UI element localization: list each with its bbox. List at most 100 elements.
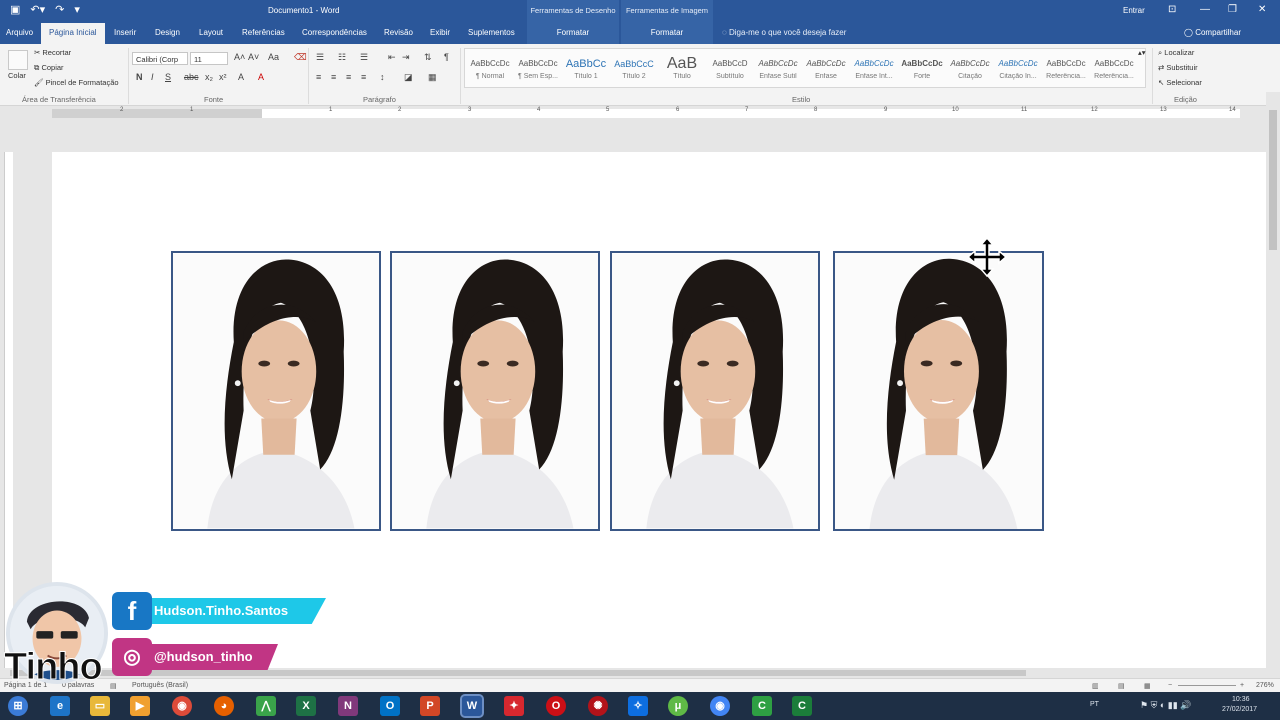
font-color-icon[interactable]: A <box>258 72 264 82</box>
align-left-icon[interactable]: ≡ <box>316 72 321 82</box>
tray-icons[interactable]: ⚑ ⛨ ◐ ▮▮ 🔊 <box>1140 700 1191 711</box>
tab-referencias[interactable]: Referências <box>242 28 285 37</box>
word-taskbar-icon[interactable]: W <box>460 694 484 718</box>
font-size-select[interactable]: 11 <box>190 52 228 65</box>
windows-start-icon[interactable]: ⊞ <box>8 696 28 716</box>
numbering-icon[interactable]: ☷ <box>338 52 346 63</box>
sort-icon[interactable]: ⇅ <box>424 52 432 63</box>
style-titulo1[interactable]: AaBbCc Título 1 <box>563 55 609 89</box>
tab-suplementos[interactable]: Suplementos <box>468 28 515 37</box>
read-mode-icon[interactable]: ▥ <box>1092 682 1099 690</box>
photo-4[interactable] <box>833 251 1044 531</box>
paste-icon[interactable] <box>8 50 28 70</box>
scroll-thumb[interactable] <box>1269 110 1277 250</box>
utorrent-icon[interactable]: μ <box>668 696 688 716</box>
web-layout-icon[interactable]: ▦ <box>1144 682 1151 690</box>
red-app-icon[interactable]: ✺ <box>588 696 608 716</box>
justify-icon[interactable]: ≡ <box>361 72 366 82</box>
pdf-icon[interactable]: ✦ <box>504 696 524 716</box>
pilcrow-icon[interactable]: ¶ <box>444 52 449 62</box>
tab-design[interactable]: Design <box>155 28 180 37</box>
camtasia-icon[interactable]: C <box>752 696 772 716</box>
align-right-icon[interactable]: ≡ <box>346 72 351 82</box>
proofing-icon[interactable]: ▤ <box>110 682 117 690</box>
customize-qat-icon[interactable]: ▾ <box>74 4 80 17</box>
select-button[interactable]: ↖ Selecionar <box>1158 78 1202 87</box>
tab-inserir[interactable]: Inserir <box>114 28 136 37</box>
style-referencia-sutil[interactable]: AaBbCcDc Referência... <box>1043 55 1089 89</box>
zoom-level[interactable]: 276% <box>1256 682 1274 689</box>
cut-button[interactable]: ✂ Recortar <box>34 48 71 57</box>
subscript-icon[interactable]: x₂ <box>205 72 213 82</box>
photo-1[interactable] <box>171 251 381 531</box>
style-referencia-intensa[interactable]: AaBbCcDc Referência... <box>1091 55 1137 89</box>
clock-time[interactable]: 10:36 <box>1232 696 1250 703</box>
tab-formatar-imagem[interactable]: Formatar <box>621 22 713 44</box>
redo-icon[interactable]: ↷ <box>55 4 64 17</box>
onenote-icon[interactable]: N <box>338 696 358 716</box>
zoom-slider[interactable] <box>1178 685 1236 686</box>
style-enfase-sutil[interactable]: AaBbCcDc Ênfase Sutil <box>755 55 801 89</box>
zoom-out-icon[interactable]: − <box>1168 682 1172 689</box>
bold-icon[interactable]: N <box>136 72 143 82</box>
dropbox-icon[interactable]: ✧ <box>628 696 648 716</box>
format-painter-button[interactable]: 🖌 Pincel de Formatação <box>34 78 119 87</box>
line-spacing-icon[interactable]: ↕ <box>380 72 385 82</box>
italic-icon[interactable]: I <box>151 72 154 82</box>
tab-correspondencias[interactable]: Correspondências <box>302 28 367 37</box>
underline-icon[interactable]: S <box>165 72 171 82</box>
style-citacao[interactable]: AaBbCcDc Citação <box>947 55 993 89</box>
style-enfase[interactable]: AaBbCcDc Ênfase <box>803 55 849 89</box>
clear-format-icon[interactable]: ⌫ <box>294 52 307 63</box>
language-tray[interactable]: PT <box>1090 701 1099 708</box>
close-icon[interactable]: ✕ <box>1258 4 1266 15</box>
zoom-in-icon[interactable]: + <box>1240 682 1244 689</box>
style-forte[interactable]: AaBbCcDc Forte <box>899 55 945 89</box>
paste-label[interactable]: Colar <box>8 71 26 80</box>
tell-me-search[interactable]: ◌ Diga-me o que você deseja fazer <box>722 28 846 37</box>
replace-button[interactable]: ⇄ Substituir <box>1158 63 1198 72</box>
change-case-icon[interactable]: Aa <box>268 52 279 62</box>
clock-date[interactable]: 27/02/2017 <box>1222 706 1257 713</box>
file-explorer-icon[interactable]: ▭ <box>90 696 110 716</box>
share-button[interactable]: ◯ Compartilhar <box>1184 28 1241 37</box>
tab-formatar-desenho[interactable]: Formatar <box>527 22 619 44</box>
increase-indent-icon[interactable]: ⇥ <box>402 52 410 63</box>
outlook-icon[interactable]: O <box>380 696 400 716</box>
ie-icon[interactable]: e <box>50 696 70 716</box>
photo-2[interactable] <box>390 251 600 531</box>
vertical-scrollbar[interactable] <box>1266 92 1280 670</box>
horizontal-ruler[interactable]: 2 1 1 2 3 4 5 6 7 8 9 10 11 12 13 14 <box>0 106 1280 120</box>
print-layout-icon[interactable]: ▤ <box>1118 682 1125 690</box>
multilevel-icon[interactable]: ☰ <box>360 52 368 63</box>
copy-button[interactable]: ⧉ Copiar <box>34 63 64 73</box>
tab-pagina-inicial[interactable]: Página Inicial <box>41 23 105 44</box>
shading-icon[interactable]: ◪ <box>404 72 413 83</box>
chrome-icon-2[interactable]: ◉ <box>710 696 730 716</box>
find-button[interactable]: ⌕ Localizar <box>1158 48 1194 58</box>
borders-icon[interactable]: ▦ <box>428 72 437 83</box>
language-indicator[interactable]: Português (Brasil) <box>132 682 188 689</box>
style-citacao-intensa[interactable]: AaBbCcDc Citação In... <box>995 55 1041 89</box>
strike-icon[interactable]: abc <box>184 72 199 82</box>
minimize-icon[interactable]: — <box>1200 4 1210 15</box>
text-effects-icon[interactable]: A <box>238 72 244 82</box>
style-normal[interactable]: AaBbCcDc ¶ Normal <box>467 55 513 89</box>
excel-icon[interactable]: X <box>296 696 316 716</box>
styles-scroll-icon[interactable]: ▴▾ <box>1138 48 1146 57</box>
tab-layout[interactable]: Layout <box>199 28 223 37</box>
tab-revisao[interactable]: Revisão <box>384 28 413 37</box>
decrease-indent-icon[interactable]: ⇤ <box>388 52 396 63</box>
ribbon-display-icon[interactable]: ⊡ <box>1168 4 1176 15</box>
restore-icon[interactable]: ❐ <box>1228 4 1237 15</box>
photo-3[interactable] <box>610 251 820 531</box>
firefox-icon[interactable]: ◕ <box>214 696 234 716</box>
undo-icon[interactable]: ↶▾ <box>30 4 45 17</box>
bullets-icon[interactable]: ☰ <box>316 52 324 63</box>
style-enfase-intensa[interactable]: AaBbCcDc Ênfase Int... <box>851 55 897 89</box>
font-family-select[interactable]: Calibri (Corp <box>132 52 188 65</box>
grow-font-icon[interactable]: A˄ <box>234 52 245 62</box>
style-titulo[interactable]: AaB Título <box>659 55 705 89</box>
tab-exibir[interactable]: Exibir <box>430 28 450 37</box>
powerpoint-icon[interactable]: P <box>420 696 440 716</box>
